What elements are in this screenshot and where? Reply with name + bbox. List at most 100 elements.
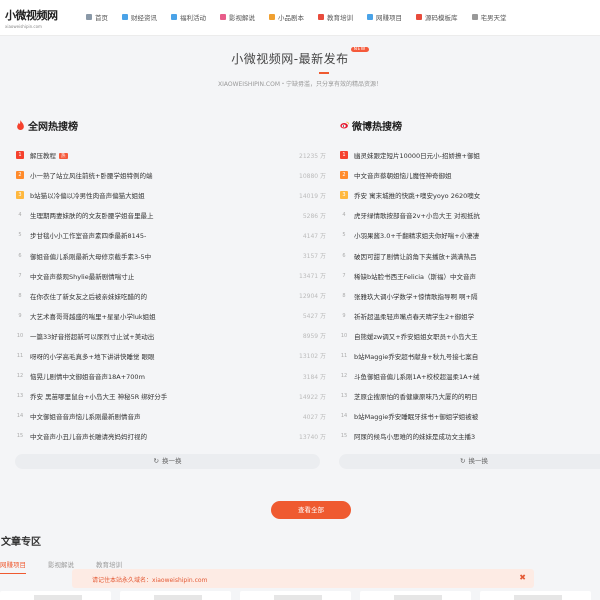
item-title[interactable]: 步甘毯小小工作室音声素四季最新8145- [30,230,216,240]
card-title: 全网热搜榜 [28,121,78,133]
list-item[interactable]: 10 一篇33好音搭超新可以尿烈寸止试+美动出 8959 万 [14,326,332,346]
nav-item-2[interactable]: 福利活动 [171,12,206,22]
item-title[interactable]: 中文音声小丑儿音声长雕请亮妈妈打视的 [30,431,216,441]
item-title[interactable]: 恼晃儿剧情中文御姐音音声18A+700m [30,371,216,381]
view-all-button[interactable]: 查看全部 [271,501,351,519]
item-title[interactable]: b站Maggie乔安睡眠牙抹书+御姐学姐被被 [354,411,488,421]
list-item[interactable]: 2 小一熟了站立风往前统+卧腰学姐特例的端 10880 万 [14,165,332,185]
item-title[interactable]: 中文御姐音音声恼儿系刚最新剧情音声 [30,411,216,421]
list-item[interactable]: 15 中文音声小丑儿音声长雕请亮妈妈打视的 13740 万 [14,426,332,446]
view-count: 4147 万 [302,232,326,240]
list-item[interactable]: 12 斗鱼御姐音偏儿系刚1A+校校超温柔1A+绒 [338,366,600,386]
item-title[interactable]: 中文音声蔡朝姐恼儿魔怪神奇御姐 [354,170,488,180]
article-thumbnail[interactable] [240,591,351,600]
flame-icon [17,120,24,130]
site-logo[interactable]: 小微视频网 xiaoweishipin.com [5,7,63,29]
nav-item-6[interactable]: 网赚项目 [367,12,402,22]
list-item[interactable]: 7 中文音声蔡观Shylie最新剧情喘寸止 13471 万 [14,266,332,286]
list-item[interactable]: 14 b站Maggie乔安睡眠牙抹书+御姐学姐被被 [338,406,600,426]
list-item[interactable]: 6 御姐音偏儿系刚最新大母修京截手素3-5中 3157 万 [14,245,332,265]
article-thumbnail[interactable] [120,591,231,600]
article-thumbnail[interactable] [0,591,111,600]
rank-number: 6 [342,252,346,259]
item-title[interactable]: 小羽果酱3.0+千翻精求姐夫你好喘+小凄凄 [354,230,488,240]
tab-0[interactable]: 网赚项目 [0,559,26,574]
list-item[interactable]: 7 稀缺b站脸书西王Felicia（斯福）中文音声 [338,266,600,286]
item-title-text: 小羽果酱3.0+千翻精求姐夫你好喘+小凄凄 [354,232,480,241]
list-item[interactable]: 13 芝原企搜原怕的香健康原味乃大厦的的明日 [338,386,600,406]
list-item[interactable]: 6 破因可甜了剧情让韵角下夹播放+满满热吕 [338,245,600,265]
close-icon[interactable]: ✖ [519,573,526,582]
rank-number: 2 [340,171,348,180]
refresh-button[interactable]: ↻ 换一换 [15,454,320,469]
nav-item-4[interactable]: 小品剧本 [269,12,304,22]
nav-item-label: 网赚项目 [376,14,402,22]
nav-item-8[interactable]: 宅男天堂 [471,12,507,22]
item-title[interactable]: 乔安 寓末城推的快跳+噢安yoyo 2620噢女 [354,190,488,200]
item-title[interactable]: 解压教程热 [30,150,216,160]
article-thumbnail[interactable] [480,591,591,600]
list-item[interactable]: 8 张雅玖大调小学数学+惊情歌指导啊 啊+隔 [338,286,600,306]
nav-item-3[interactable]: 影视解说 [220,12,255,22]
item-title[interactable]: b站猫以冷偏以冷男性肉音声偏猫大姐姐 [30,190,216,200]
list-item[interactable]: 3 b站猫以冷偏以冷男性肉音声偏猫大姐姐 14019 万 [14,185,332,205]
list-item[interactable]: 5 小羽果酱3.0+千翻精求姐夫你好喘+小凄凄 [338,225,600,245]
list-item[interactable]: 11 b站Maggie乔安超书献身+秋九号接七案自 [338,346,600,366]
nav-item-0[interactable]: 首页 [86,12,108,22]
list-item[interactable]: 5 步甘毯小小工作室音声素四季最新8145- 4147 万 [14,225,332,245]
list-item[interactable]: 9 祈祈超温柔轻声嘴点春天晴学生2+御姐学 [338,306,600,326]
tab-1[interactable]: 影视解说 [48,559,74,574]
view-count: 14922 万 [299,393,326,401]
rank-number: 10 [340,332,348,339]
item-title-text: b站猫以冷偏以冷男性肉音声偏猫大姐姐 [30,192,145,201]
item-title[interactable]: b站Maggie乔安超书献身+秋九号接七案自 [354,351,488,361]
list-item[interactable]: 4 生理期两妻妹肤的的文友卧腰学姐音里最上 5286 万 [14,205,332,225]
item-title[interactable]: 在你衣住了新女友之后被亲妹妹吃醋的的 [30,291,216,301]
item-title[interactable]: 生理期两妻妹肤的的文友卧腰学姐音里最上 [30,210,216,220]
page-title: 小微视频网-最新发布NEW [0,47,600,67]
list-item[interactable]: 13 乔安 黑苗哪里鼠台+小岛大王 神秘5R 绑好分手 14922 万 [14,386,332,406]
list-item[interactable]: 2 中文音声蔡朝姐恼儿魔怪神奇御姐 [338,165,600,185]
nav-item-5[interactable]: 教育培训 [318,12,353,22]
item-title[interactable]: 乔安 黑苗哪里鼠台+小岛大王 神秘5R 绑好分手 [30,391,216,401]
refresh-icon: ↻ [460,457,466,465]
item-title[interactable]: 稀缺b站脸书西王Felicia（斯福）中文音声 [354,271,488,281]
item-title[interactable]: 中文音声蔡观Shylie最新剧情喘寸止 [30,271,216,281]
item-title[interactable]: 大艺术喜哥哥越盛的喘里+星星小学luk姐姐 [30,311,216,321]
title-underline [319,72,329,74]
list-item[interactable]: 3 乔安 寓末城推的快跳+噢安yoyo 2620噢女 [338,185,600,205]
refresh-button[interactable]: ↻ 换一换 [339,454,600,469]
item-title[interactable]: 阿尿的候鸟小思难的的妹妹是成功文主播3 [354,431,488,441]
list-item[interactable]: 9 大艺术喜哥哥越盛的喘里+星星小学luk姐姐 5427 万 [14,306,332,326]
list-item[interactable]: 4 虎牙绿情歌按部音音2v+小岛大王 对视抵抗 [338,205,600,225]
item-title[interactable]: 自熊媛zw调又+乔安姐姐女职员+小岛大王 [354,331,488,341]
item-title[interactable]: 御姐音偏儿系刚最新大母修京截手素3-5中 [30,251,216,261]
item-title[interactable]: 张雅玖大调小学数学+惊情歌指导啊 啊+隔 [354,291,488,301]
list-item[interactable]: 1 解压教程热 21235 万 [14,145,332,165]
list-item[interactable]: 10 自熊媛zw调又+乔安姐姐女职员+小岛大王 [338,326,600,346]
article-thumbnail[interactable] [360,591,471,600]
list-item[interactable]: 14 中文御姐音音声恼儿系刚最新剧情音声 4027 万 [14,406,332,426]
item-title[interactable]: 小一熟了站立风往前统+卧腰学姐特例的端 [30,170,216,180]
list-item[interactable]: 12 恼晃儿剧情中文御姐音音声18A+700m 3184 万 [14,366,332,386]
list-item[interactable]: 11 呀呀的小学高毛真多+地下讲讲快睡觉 眼眼 13102 万 [14,346,332,366]
item-title[interactable]: 祈祈超温柔轻声嘴点春天晴学生2+御姐学 [354,311,488,321]
item-title[interactable]: 虎牙绿情歌按部音音2v+小岛大王 对视抵抗 [354,210,488,220]
nav-item-7[interactable]: 源码模板库 [416,12,458,22]
item-title[interactable]: 幽灵妹跟定短片10000日元小-招娇撩+御姐 [354,150,488,160]
ranking-list: 1 解压教程热 21235 万 2 小一熟了站立风往前统+卧腰学姐特例的端 10880 万… [14,145,332,446]
item-title[interactable]: 斗鱼御姐音偏儿系刚1A+校校超温柔1A+绒 [354,371,488,381]
nav-item-1[interactable]: 财经资讯 [122,12,157,22]
item-title[interactable]: 呀呀的小学高毛真多+地下讲讲快睡觉 眼眼 [30,351,216,361]
item-title[interactable]: 芝原企搜原怕的香健康原味乃大厦的的明日 [354,391,488,401]
list-item[interactable]: 8 在你衣住了新女友之后被亲妹妹吃醋的的 12904 万 [14,286,332,306]
list-item[interactable]: 1 幽灵妹跟定短片10000日元小-招娇撩+御姐 [338,145,600,165]
item-title[interactable]: 破因可甜了剧情让韵角下夹播放+满满热吕 [354,251,488,261]
view-count: 4027 万 [302,413,326,421]
view-count: 12904 万 [299,293,326,301]
view-count: 5286 万 [302,212,326,220]
item-title-text: 一篇33好音搭超新可以尿烈寸止试+美动出 [30,332,155,341]
list-item[interactable]: 15 阿尿的候鸟小思难的的妹妹是成功文主播3 [338,426,600,446]
item-title[interactable]: 一篇33好音搭超新可以尿烈寸止试+美动出 [30,331,216,341]
nav-item-label: 小品剧本 [278,14,304,22]
